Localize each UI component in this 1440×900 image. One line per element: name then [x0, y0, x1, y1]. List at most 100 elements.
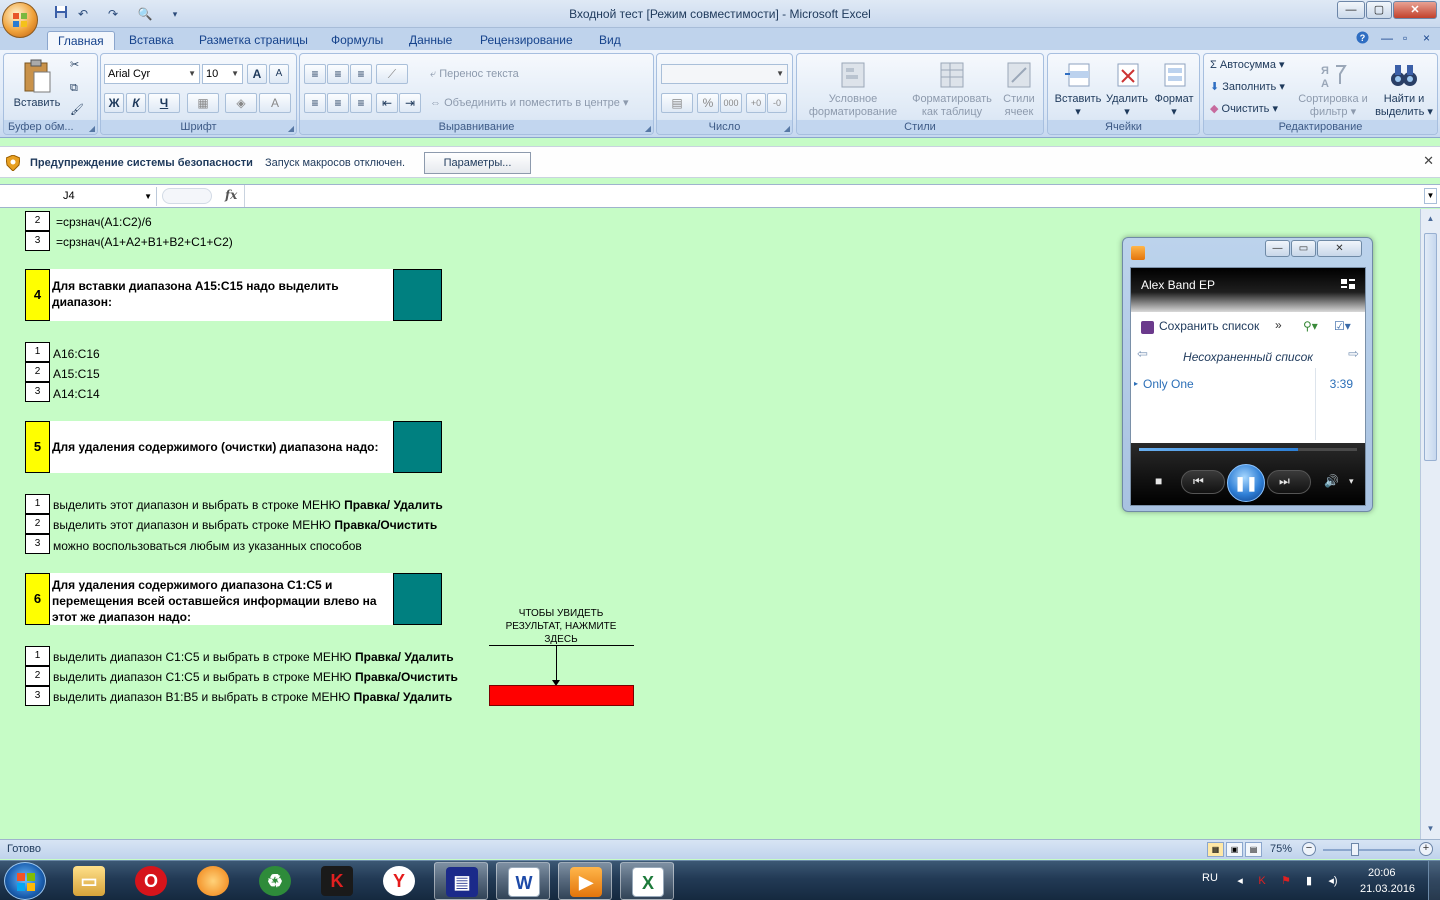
taskbar-excel[interactable]: X: [620, 862, 674, 900]
restore-button[interactable]: ▢: [1366, 1, 1392, 19]
currency-button[interactable]: ▤: [661, 93, 693, 113]
tab-insert[interactable]: Вставка: [119, 31, 184, 50]
answer-text[interactable]: выделить диапазон С1:С5 и выбрать в стро…: [53, 649, 454, 665]
taskbar-explorer[interactable]: ▭: [62, 862, 116, 900]
increase-decimal-button[interactable]: +0: [746, 93, 766, 113]
delete-cells-button[interactable]: Удалить ▾: [1102, 60, 1152, 119]
office-button[interactable]: [2, 2, 38, 38]
cell-styles-button[interactable]: Стили ячеек: [997, 60, 1041, 119]
normal-view-icon[interactable]: ▦: [1207, 842, 1224, 857]
thousands-button[interactable]: 000: [720, 93, 742, 113]
decrease-decimal-button[interactable]: -0: [767, 93, 787, 113]
scroll-down-icon[interactable]: ▼: [1423, 821, 1438, 836]
tray-network-icon[interactable]: ▮: [1302, 874, 1316, 888]
list-options-icon[interactable]: ☑▾: [1334, 319, 1351, 333]
play-pause-button[interactable]: ❚❚: [1227, 464, 1265, 502]
align-center-button[interactable]: ≡: [327, 93, 349, 113]
next-button[interactable]: ⏭: [1267, 470, 1311, 494]
alignment-launcher-icon[interactable]: ◢: [645, 124, 651, 133]
stop-button[interactable]: ■: [1155, 474, 1162, 488]
answer-text[interactable]: выделить этот диапазон и выбрать в строк…: [53, 497, 443, 513]
answer-text[interactable]: можно воспользоваться любым из указанных…: [53, 538, 362, 554]
media-minimize-button[interactable]: —: [1265, 240, 1290, 257]
font-size-select[interactable]: 10 ▼: [202, 64, 243, 84]
taskbar-save-app[interactable]: ▤: [434, 862, 488, 900]
sync-icon[interactable]: ⚲▾: [1303, 319, 1318, 333]
answer-input-box[interactable]: [393, 421, 442, 473]
conditional-formatting-button[interactable]: Условное форматирование: [801, 60, 905, 119]
answer-text[interactable]: A16:C16: [53, 346, 100, 362]
language-indicator[interactable]: RU: [1202, 872, 1218, 884]
media-player-window[interactable]: — ▭ ✕ Alex Band EP Сохранить список » ⚲▾…: [1122, 237, 1373, 512]
align-top-button[interactable]: ≡: [304, 64, 326, 84]
security-options-button[interactable]: Параметры...: [424, 152, 531, 174]
scroll-up-icon[interactable]: ▲: [1423, 211, 1438, 226]
tray-flag-icon[interactable]: ⚑: [1279, 874, 1293, 888]
page-layout-view-icon[interactable]: ▣: [1226, 842, 1243, 857]
taskbar-media-player[interactable]: ▶: [558, 862, 612, 900]
answer-text[interactable]: A15:C15: [53, 366, 100, 382]
fill-color-button[interactable]: ◈: [225, 93, 257, 113]
show-desktop-button[interactable]: [1428, 861, 1440, 900]
switch-view-icon[interactable]: [1341, 278, 1355, 292]
taskbar-word[interactable]: W: [496, 862, 550, 900]
zoom-level[interactable]: 75%: [1270, 843, 1292, 855]
tray-volume-icon[interactable]: ◂): [1326, 874, 1340, 888]
wrap-text-button[interactable]: ⤶ Перенос текста: [430, 68, 519, 81]
page-break-view-icon[interactable]: ▤: [1245, 842, 1262, 857]
tab-data[interactable]: Данные: [399, 31, 462, 50]
zoom-out-button[interactable]: −: [1302, 842, 1316, 856]
number-format-select[interactable]: ▼: [661, 64, 788, 84]
clock-time[interactable]: 20:06: [1368, 867, 1396, 879]
zoom-slider[interactable]: [1323, 849, 1415, 851]
fill-button[interactable]: ⬇ Заполнить ▾: [1210, 81, 1285, 94]
forward-arrow-icon[interactable]: ⇨: [1348, 346, 1359, 362]
answer-text[interactable]: A14:C14: [53, 386, 100, 402]
grow-font-button[interactable]: A: [247, 64, 267, 84]
bold-button[interactable]: Ж: [104, 93, 124, 113]
answer-text[interactable]: выделить этот диапазон и выбрать строке …: [53, 517, 437, 533]
copy-icon[interactable]: ⧉: [70, 82, 78, 95]
merge-center-button[interactable]: ⇔ Объединить и поместить в центре ▾: [430, 97, 629, 110]
answer-text[interactable]: =срзнач(A1+A2+B1+B2+C1+C2): [56, 234, 233, 250]
align-right-button[interactable]: ≡: [350, 93, 372, 113]
tray-expand-icon[interactable]: ◂: [1233, 874, 1247, 888]
underline-button[interactable]: Ч: [148, 93, 180, 113]
sort-filter-button[interactable]: ЯА Сортировка и фильтр ▾: [1298, 60, 1368, 119]
tray-kaspersky-icon[interactable]: K: [1255, 874, 1269, 888]
volume-icon[interactable]: 🔊: [1324, 474, 1339, 488]
borders-button[interactable]: ▦: [187, 93, 219, 113]
scroll-thumb[interactable]: [1424, 233, 1437, 461]
ribbon-close-icon[interactable]: ×: [1423, 31, 1430, 45]
more-icon[interactable]: »: [1275, 318, 1282, 332]
name-box[interactable]: J4 ▼: [1, 187, 157, 206]
insert-cells-button[interactable]: Вставить ▾: [1052, 60, 1104, 119]
media-close-button[interactable]: ✕: [1317, 240, 1362, 257]
autosum-button[interactable]: Σ Автосумма ▾: [1210, 59, 1285, 72]
ribbon-restore-icon[interactable]: ▫: [1403, 31, 1407, 45]
italic-button[interactable]: К: [126, 93, 146, 113]
seek-bar[interactable]: [1139, 448, 1357, 451]
clear-button[interactable]: ◆ Очистить ▾: [1210, 103, 1278, 116]
vertical-scrollbar[interactable]: ▲ ▼: [1420, 209, 1440, 839]
tab-review[interactable]: Рецензирование: [470, 31, 583, 50]
zoom-slider-handle[interactable]: [1351, 843, 1359, 856]
answer-input-box[interactable]: [393, 269, 442, 321]
minimize-button[interactable]: —: [1337, 1, 1365, 19]
align-middle-button[interactable]: ≡: [327, 64, 349, 84]
font-family-select[interactable]: Arial Cyr ▼: [104, 64, 200, 84]
save-list-button[interactable]: Сохранить список: [1159, 319, 1259, 333]
tab-home[interactable]: Главная: [47, 31, 115, 50]
find-select-button[interactable]: Найти и выделить ▾: [1372, 60, 1436, 119]
clipboard-launcher-icon[interactable]: ◢: [89, 124, 95, 133]
close-button[interactable]: ✕: [1393, 1, 1437, 19]
show-result-button[interactable]: [489, 685, 634, 706]
tab-page-layout[interactable]: Разметка страницы: [189, 31, 318, 50]
paste-button[interactable]: Вставить: [8, 58, 66, 110]
format-as-table-button[interactable]: Форматировать как таблицу: [905, 60, 999, 119]
shrink-font-button[interactable]: A: [269, 64, 289, 84]
start-button[interactable]: [4, 862, 46, 900]
cut-icon[interactable]: ✂: [70, 59, 79, 72]
tab-formulas[interactable]: Формулы: [321, 31, 393, 50]
format-painter-icon[interactable]: 🖌: [70, 104, 84, 117]
